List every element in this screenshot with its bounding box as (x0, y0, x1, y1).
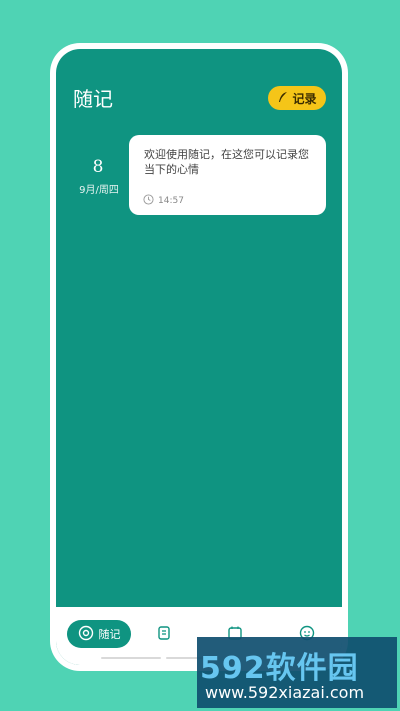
tab-underline (101, 657, 161, 659)
entry-time-label: 14:57 (158, 196, 184, 206)
entry-day: 8 (92, 157, 104, 177)
tab-notes[interactable] (156, 625, 172, 641)
entry-month-weekday: 9月/周四 (79, 185, 119, 196)
journal-icon (78, 625, 94, 644)
tab-journal[interactable]: 随记 (67, 620, 131, 648)
clock-icon (143, 194, 154, 208)
feather-icon (277, 91, 289, 106)
note-icon (156, 626, 172, 645)
entry-time: 14:57 (143, 194, 184, 208)
page-title: 随记 (73, 87, 113, 111)
watermark-title: 592软件园 (200, 651, 359, 686)
tab-journal-label: 随记 (98, 628, 121, 641)
entry-text: 欢迎使用随记，在这您可以记录您当下的心情 (144, 148, 309, 176)
app-screen: 随记 记录 8 9月/周四 欢迎使用随记，在这您可以记录您当下的心情 14:57 (56, 49, 342, 665)
phone-frame: 随记 记录 8 9月/周四 欢迎使用随记，在这您可以记录您当下的心情 14:57 (50, 43, 348, 671)
entry-card[interactable]: 欢迎使用随记，在这您可以记录您当下的心情 14:57 (129, 135, 326, 215)
record-button[interactable]: 记录 (268, 86, 326, 110)
record-button-label: 记录 (292, 91, 317, 106)
watermark-url: www.592xiazai.com (205, 683, 365, 702)
